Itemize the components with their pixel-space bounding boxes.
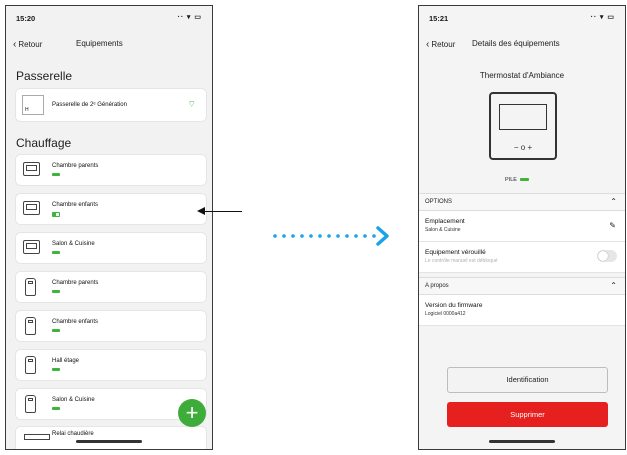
device-card[interactable]: Salon & Cuisine	[16, 233, 206, 263]
phone-equipment-details: 15:21 ‧‧ ▾ ▭ ‹ Retour Details des équipem…	[418, 5, 626, 450]
battery-status: PILE	[505, 177, 529, 183]
gateway-card[interactable]: H Passerelle de 2ᵉ Génération ⌔	[16, 89, 206, 121]
relay-icon	[24, 434, 50, 440]
options-header-label: OPTIONS	[425, 199, 453, 205]
dotted-arrow-icon	[273, 226, 389, 246]
firmware-value: Logiciel 0000a412	[425, 311, 466, 317]
lock-label: Equipement vérouillé	[425, 249, 486, 256]
back-label: Retour	[18, 40, 43, 49]
device-card[interactable]: Chambre enfants	[16, 194, 206, 224]
device-label: Relai chaudière	[52, 431, 94, 437]
device-label: Salon & Cuisine	[52, 397, 95, 403]
location-label: Emplacement	[425, 218, 465, 225]
device-label: Hall étage	[52, 358, 80, 364]
battery-icon	[52, 368, 60, 371]
nav-bar: ‹ Retour Equipements	[6, 36, 212, 54]
status-time: 15:21	[429, 14, 449, 23]
back-label: Retour	[431, 40, 456, 49]
device-card[interactable]: Hall étage	[16, 350, 206, 380]
about-header[interactable]: A propos ⌃	[419, 277, 625, 295]
thermostat-icon	[23, 240, 40, 254]
options-header[interactable]: OPTIONS ⌃	[419, 193, 625, 211]
device-label: Chambre parents	[52, 280, 99, 286]
valve-icon	[25, 356, 36, 374]
delete-button[interactable]: Supprimer	[447, 402, 608, 427]
battery-icon	[519, 178, 529, 182]
section-title-gateway: Passerelle	[16, 69, 73, 83]
phone-equipment-list: 15:20 ‧‧ ▾ ▭ ‹ Retour Equipements Passere…	[5, 5, 213, 450]
device-label: Chambre enfants	[52, 202, 99, 208]
thermostat-screen	[499, 104, 547, 130]
lock-row: Equipement vérouillé Le contrôle manuel …	[419, 242, 625, 273]
status-bar: 15:21 ‧‧ ▾ ▭	[419, 6, 625, 28]
device-label: Chambre enfants	[52, 319, 99, 325]
thermostat-icon	[23, 162, 40, 176]
battery-icon	[52, 329, 60, 332]
device-card[interactable]: Relai chaudière	[16, 427, 206, 449]
gateway-icon: H	[22, 95, 44, 115]
device-label: Salon & Cuisine	[52, 241, 95, 247]
back-button[interactable]: ‹ Retour	[426, 39, 455, 50]
status-time: 15:20	[16, 14, 36, 23]
chevron-left-icon: ‹	[426, 39, 430, 50]
battery-icon	[52, 407, 60, 410]
pencil-icon[interactable]: ✎	[609, 221, 616, 230]
device-card[interactable]: Chambre enfants	[16, 311, 206, 341]
battery-icon	[52, 173, 60, 176]
battery-low-icon	[52, 212, 60, 217]
firmware-row: Version du firmware Logiciel 0000a412	[419, 295, 625, 326]
page-title: Details des équipements	[472, 39, 560, 48]
valve-icon	[25, 395, 36, 413]
location-row[interactable]: Emplacement Salon & Cuisine ✎	[419, 211, 625, 242]
back-button[interactable]: ‹ Retour	[13, 39, 42, 50]
chevron-left-icon: ‹	[13, 39, 17, 50]
lock-sublabel: Le contrôle manuel est débloqué	[425, 258, 498, 264]
identification-button[interactable]: Identification	[447, 367, 608, 393]
nav-bar: ‹ Retour Details des équipements	[419, 36, 625, 54]
location-value: Salon & Cuisine	[425, 227, 461, 233]
home-indicator[interactable]	[489, 440, 555, 443]
valve-icon	[25, 278, 36, 296]
valve-icon	[25, 317, 36, 335]
chevron-up-icon: ⌃	[610, 281, 617, 290]
thermostat-controls: − o +	[513, 143, 533, 152]
thermostat-illustration: − o +	[489, 92, 557, 160]
about-header-label: A propos	[425, 283, 449, 289]
status-bar: 15:20 ‧‧ ▾ ▭	[6, 6, 212, 28]
page-title: Equipements	[76, 39, 123, 48]
battery-icon	[52, 251, 60, 254]
firmware-label: Version du firmware	[425, 302, 483, 309]
chevron-up-icon: ⌃	[610, 197, 617, 206]
gateway-label: Passerelle de 2ᵉ Génération	[52, 102, 127, 108]
arrow-line	[204, 211, 242, 212]
battery-icon	[52, 290, 60, 293]
device-name: Thermostat d'Ambiance	[479, 71, 565, 80]
status-icons: ‧‧ ▾ ▭	[590, 14, 615, 21]
thermostat-icon	[23, 201, 40, 215]
device-label: Chambre parents	[52, 163, 99, 169]
status-icons: ‧‧ ▾ ▭	[177, 14, 202, 21]
pile-label: PILE	[505, 177, 517, 183]
add-device-button[interactable]: +	[178, 399, 206, 427]
device-card[interactable]: Chambre parents	[16, 155, 206, 185]
device-card[interactable]: Chambre parents	[16, 272, 206, 302]
lock-toggle[interactable]	[597, 250, 617, 262]
wifi-icon: ⌔	[187, 99, 196, 109]
home-indicator[interactable]	[76, 440, 142, 443]
section-title-heating: Chauffage	[16, 136, 72, 150]
